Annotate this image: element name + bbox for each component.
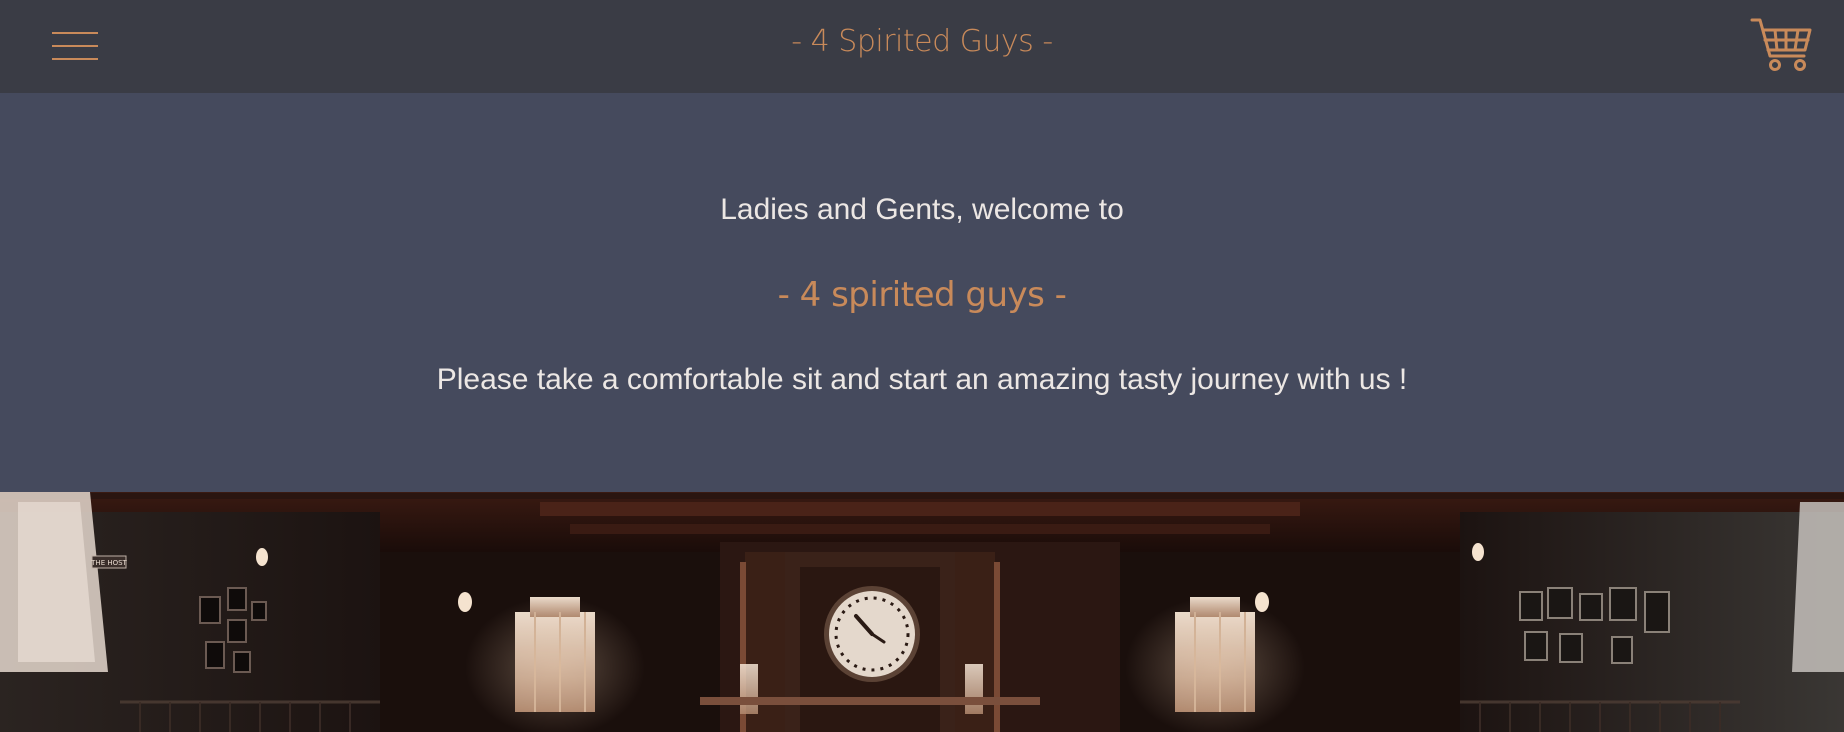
site-logo: - 4 Spirited Guys -: [0, 24, 1844, 59]
restaurant-interior-image: THE HOST: [0, 492, 1844, 732]
brand-link[interactable]: - 4 Spirited Guys -: [791, 24, 1053, 59]
hero-brand-name: - 4 spirited guys -: [777, 275, 1067, 315]
tagline-text: Please take a comfortable sit and start …: [436, 363, 1408, 396]
hamburger-menu-icon[interactable]: [52, 30, 98, 62]
host-sign: THE HOST: [90, 559, 127, 567]
top-navigation-bar: - 4 Spirited Guys -: [0, 0, 1844, 93]
welcome-section: Ladies and Gents, welcome to - 4 spirite…: [0, 93, 1844, 492]
restaurant-interior-photo: THE HOST: [0, 492, 1844, 732]
welcome-text: Ladies and Gents, welcome to: [720, 193, 1124, 226]
shopping-cart-icon[interactable]: [1750, 16, 1814, 74]
